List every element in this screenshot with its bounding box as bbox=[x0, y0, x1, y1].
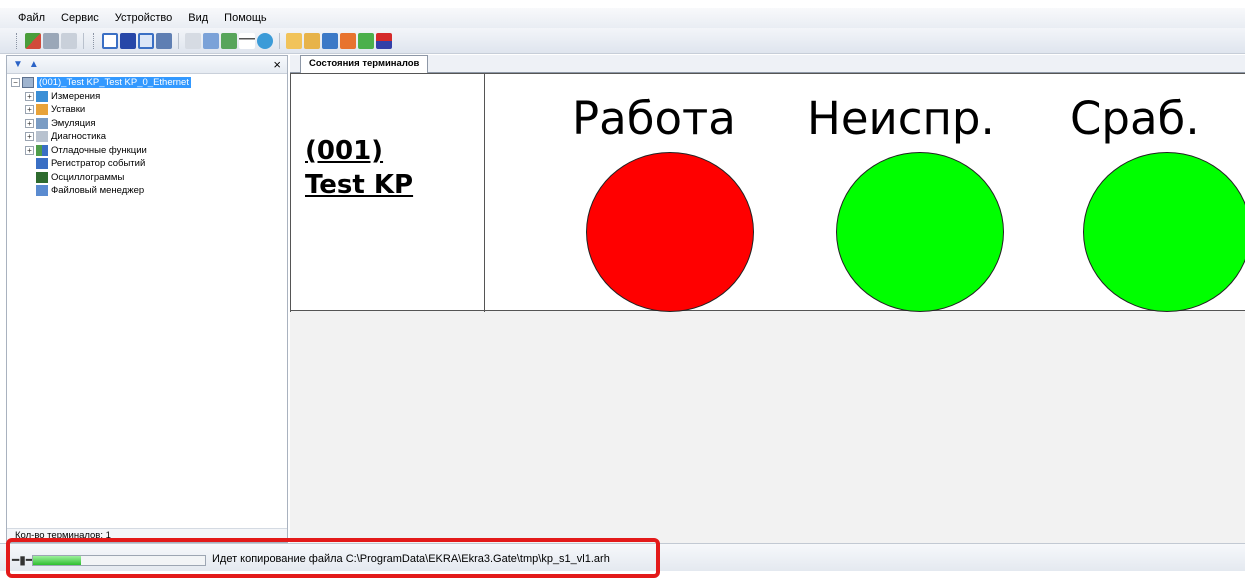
debug-icon bbox=[36, 144, 48, 156]
layout-dropdown-icon[interactable] bbox=[156, 32, 172, 49]
screen-icon[interactable] bbox=[120, 32, 136, 49]
tab-strip: Состояния терминалов bbox=[290, 55, 1245, 73]
tree-root-label[interactable]: (001)_Test KP_Test KP_0_Ethernet bbox=[37, 77, 191, 89]
tree-item-diagnostics[interactable]: + Диагностика bbox=[11, 130, 287, 144]
archive-icon[interactable] bbox=[322, 32, 338, 49]
terminal-id[interactable]: (001) bbox=[305, 136, 383, 166]
chart-icon[interactable] bbox=[340, 32, 356, 49]
file-manager-icon bbox=[36, 185, 48, 197]
close-icon[interactable]: × bbox=[273, 57, 281, 72]
connection-plug-icon: ━▮━ bbox=[12, 553, 34, 567]
toolbar-separator-3 bbox=[279, 32, 280, 49]
terminal-status-panel: (001) Test KP Работа Неиспр. Сраб. bbox=[290, 73, 1245, 312]
menu-view[interactable]: Вид bbox=[180, 12, 216, 24]
main-content: (001) Test KP Работа Неиспр. Сраб. bbox=[290, 73, 1245, 543]
terminal-name-box: (001) Test KP bbox=[290, 74, 485, 312]
report-icon[interactable] bbox=[203, 32, 219, 49]
menu-help[interactable]: Помощь bbox=[216, 12, 275, 24]
document-icon[interactable] bbox=[185, 32, 201, 49]
menu-service[interactable]: Сервис bbox=[53, 12, 107, 24]
tree-panel-header: ▼ ▲ × bbox=[7, 56, 287, 74]
diagnostics-icon bbox=[36, 131, 48, 143]
tree-item-settings[interactable]: + Уставки bbox=[11, 103, 287, 117]
status-message: Идет копирование файла C:\ProgramData\EK… bbox=[212, 553, 610, 565]
terminal-count: Кол-во терминалов: 1 bbox=[7, 528, 287, 542]
terminal-name[interactable]: Test KP bbox=[305, 170, 413, 200]
tree-root[interactable]: − (001)_Test KP_Test KP_0_Ethernet bbox=[11, 76, 287, 90]
edit-icon[interactable] bbox=[304, 32, 320, 49]
toolbar-grip-2[interactable] bbox=[93, 32, 96, 49]
indicator-lamp-work bbox=[586, 152, 754, 312]
tree-item-debug-functions[interactable]: + Отладочные функции bbox=[11, 144, 287, 158]
menu-file[interactable]: Файл bbox=[10, 12, 53, 24]
expand-icon[interactable]: + bbox=[25, 105, 34, 115]
tree-item-label: Измерения bbox=[51, 90, 101, 102]
copy-progress-bar bbox=[32, 555, 206, 566]
move-up-icon[interactable]: ▲ bbox=[29, 59, 39, 70]
flag-icon[interactable] bbox=[376, 32, 392, 49]
expand-icon[interactable]: + bbox=[25, 145, 34, 155]
toolbar-grip[interactable] bbox=[16, 32, 19, 49]
oscillogram-icon bbox=[36, 171, 48, 183]
toolbar bbox=[0, 28, 1245, 54]
refresh-icon[interactable] bbox=[257, 32, 273, 49]
toolbar-separator-2 bbox=[178, 32, 179, 49]
expand-icon[interactable]: + bbox=[25, 91, 34, 101]
sync-icon[interactable] bbox=[358, 32, 374, 49]
folder-icon[interactable] bbox=[286, 32, 302, 49]
terminal-tree: − (001)_Test KP_Test KP_0_Ethernet + Изм… bbox=[7, 74, 287, 198]
tree-item-label: Уставки bbox=[51, 104, 86, 116]
tree-icon[interactable] bbox=[221, 32, 237, 49]
tree-item-label: Отладочные функции bbox=[51, 144, 147, 156]
tree-item-event-recorder[interactable]: Регистратор событий bbox=[11, 157, 287, 171]
move-down-icon[interactable]: ▼ bbox=[13, 59, 23, 70]
tree-item-label: Эмуляция bbox=[51, 117, 96, 129]
toolbar-separator bbox=[83, 32, 84, 49]
window-top-edge bbox=[0, 0, 1245, 8]
indicator-label-fault: Неиспр. bbox=[807, 92, 995, 145]
terminal-tree-panel: ▼ ▲ × − (001)_Test KP_Test KP_0_Ethernet… bbox=[6, 55, 288, 543]
settings-folder-icon bbox=[36, 104, 48, 116]
status-bar: ━▮━ Идет копирование файла C:\ProgramDat… bbox=[0, 543, 1245, 571]
progress-fill bbox=[33, 556, 82, 565]
indicator-label-trip: Сраб. bbox=[1070, 92, 1200, 145]
tree-item-file-manager[interactable]: Файловый менеджер bbox=[11, 184, 287, 198]
indicator-label-work: Работа bbox=[572, 92, 736, 145]
tab-terminal-states[interactable]: Состояния терминалов bbox=[300, 55, 429, 73]
tree-item-label: Файловый менеджер bbox=[51, 185, 145, 197]
indicator-lamp-trip bbox=[1083, 152, 1245, 312]
indicator-lamp-fault bbox=[836, 152, 1004, 312]
tree-item-label: Регистратор событий bbox=[51, 158, 146, 170]
expand-icon[interactable]: + bbox=[25, 132, 34, 142]
menu-bar: Файл Сервис Устройство Вид Помощь bbox=[0, 8, 1245, 28]
filter-icon[interactable] bbox=[239, 32, 255, 49]
connect-icon[interactable] bbox=[43, 32, 59, 49]
emulation-icon bbox=[36, 117, 48, 129]
collapse-icon[interactable]: − bbox=[11, 78, 20, 88]
tree-item-emulation[interactable]: + Эмуляция bbox=[11, 117, 287, 131]
window-icon[interactable] bbox=[102, 32, 118, 49]
add-device-icon[interactable] bbox=[25, 32, 41, 49]
tree-item-measurements[interactable]: + Измерения bbox=[11, 90, 287, 104]
grid-icon[interactable] bbox=[61, 32, 77, 49]
tree-item-label: Осциллограммы bbox=[51, 171, 125, 183]
event-recorder-icon bbox=[36, 158, 48, 170]
tree-item-oscillograms[interactable]: Осциллограммы bbox=[11, 171, 287, 185]
split-icon[interactable] bbox=[138, 32, 154, 49]
menu-device[interactable]: Устройство bbox=[107, 12, 181, 24]
computer-icon bbox=[22, 77, 34, 89]
expand-icon[interactable]: + bbox=[25, 118, 34, 128]
measurements-icon bbox=[36, 90, 48, 102]
tree-item-label: Диагностика bbox=[51, 131, 107, 143]
